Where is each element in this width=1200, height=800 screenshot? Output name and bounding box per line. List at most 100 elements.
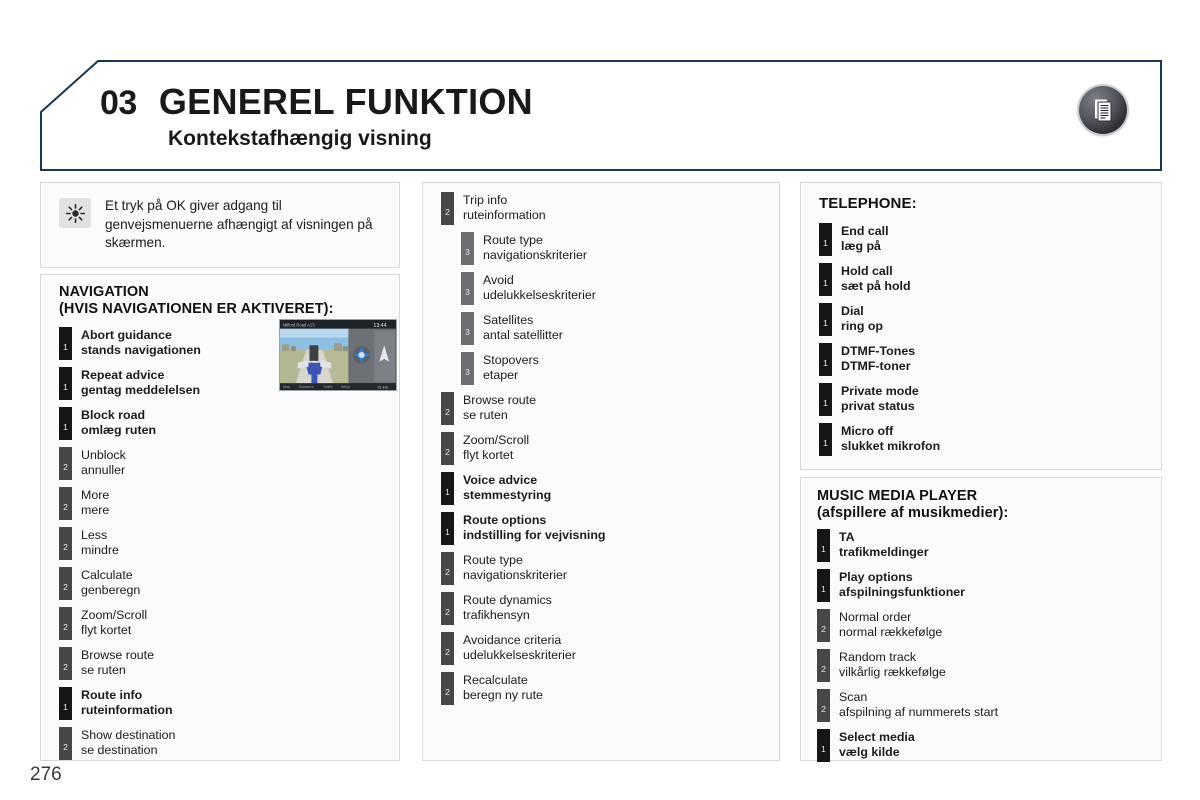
middle-option-item[interactable]: 2 Browse route se ruten [441, 392, 779, 425]
middle-option-item[interactable]: 3 Route type navigationskriterier [461, 232, 779, 265]
page-title: GENEREL FUNKTION [158, 81, 533, 122]
entry-label-da: udelukkelseskriterier [483, 288, 596, 303]
middle-option-item[interactable]: 2 Avoidance criteria udelukkelseskriterier [441, 632, 779, 665]
telephone-item[interactable]: 1 DTMF-Tones DTMF-toner [819, 343, 1161, 376]
entry-label-da: ruteinformation [463, 208, 546, 223]
level-badge: 1 [59, 687, 72, 720]
telephone-item[interactable]: 1 Micro off slukket mikrofon [819, 423, 1161, 456]
entry-labels: Repeat advice gentag meddelelsen [81, 367, 200, 399]
level-badge: 2 [59, 727, 72, 760]
level-badge: 2 [59, 527, 72, 560]
level-badge: 2 [441, 672, 454, 705]
navigation-item[interactable]: 2 Unblock annuller [59, 447, 399, 480]
level-badge: 2 [817, 609, 830, 642]
level-badge: 1 [819, 263, 832, 296]
middle-option-item[interactable]: 3 Stopovers etaper [461, 352, 779, 385]
level-badge: 2 [59, 567, 72, 600]
entry-label-da: mindre [81, 543, 119, 558]
navigation-item[interactable]: 2 More mere [59, 487, 399, 520]
telephone-item[interactable]: 1 Hold call sæt på hold [819, 263, 1161, 296]
level-badge: 1 [819, 303, 832, 336]
telephone-item[interactable]: 1 Dial ring op [819, 303, 1161, 336]
entry-labels: Abort guidance stands navigationen [81, 327, 201, 359]
chapter-title-row: 03 GENEREL FUNKTION [100, 81, 533, 123]
entry-labels: Scan afspilning af nummerets start [839, 689, 998, 721]
entry-labels: Route info ruteinformation [81, 687, 173, 719]
middle-option-item[interactable]: 3 Satellites antal satellitter [461, 312, 779, 345]
entry-label-en: Unblock [81, 448, 126, 462]
music-media-player-item[interactable]: 2 Scan afspilning af nummerets start [817, 689, 1161, 722]
music-media-player-item[interactable]: 1 Select media vælg kilde [817, 729, 1161, 762]
entry-label-da: navigationskriterier [483, 248, 587, 263]
navigation-item[interactable]: 2 Browse route se ruten [59, 647, 399, 680]
entry-label-da: flyt kortet [81, 623, 132, 638]
entry-label-en: Play options [839, 570, 913, 584]
navigation-item[interactable]: 2 Less mindre [59, 527, 399, 560]
manual-page: 03 GENEREL FUNKTION Kontekstafhængig vis… [0, 0, 1200, 800]
entry-label-da: normal rækkefølge [839, 625, 943, 640]
entry-label-da: stemmestyring [463, 488, 552, 503]
music-media-player-item[interactable]: 2 Normal order normal rækkefølge [817, 609, 1161, 642]
music-media-player-item[interactable]: 2 Random track vilkårlig rækkefølge [817, 649, 1161, 682]
middle-option-item[interactable]: 2 Zoom/Scroll flyt kortet [441, 432, 779, 465]
entry-label-en: Scan [839, 690, 868, 704]
telephone-card: TELEPHONE: 1 End call læg på 1 Hold call sæt … [800, 182, 1162, 470]
entry-label-en: Zoom/Scroll [81, 608, 148, 622]
level-badge: 2 [59, 607, 72, 640]
middle-option-item[interactable]: 2 Recalculate beregn ny rute [441, 672, 779, 705]
navigation-item[interactable]: 1 Block road omlæg ruten [59, 407, 399, 440]
middle-option-item[interactable]: 2 Route type navigationskriterier [441, 552, 779, 585]
entry-label-da: se destination [81, 743, 158, 758]
entry-label-da: ring op [841, 319, 883, 334]
svg-text:Map: Map [283, 385, 290, 389]
telephone-item[interactable]: 1 Private mode privat status [819, 383, 1161, 416]
entry-label-en: Zoom/Scroll [463, 433, 530, 447]
entry-labels: Micro off slukket mikrofon [841, 423, 940, 455]
middle-option-item[interactable]: 1 Route options indstilling for vejvisning [441, 512, 779, 545]
entry-label-da: omlæg ruten [81, 423, 157, 438]
entry-label-en: More [81, 488, 110, 502]
level-badge: 2 [817, 649, 830, 682]
level-badge: 2 [59, 447, 72, 480]
level-badge: 2 [441, 192, 454, 225]
level-badge: 2 [441, 432, 454, 465]
middle-option-item[interactable]: 1 Voice advice stemmestyring [441, 472, 779, 505]
navigation-item[interactable]: 2 Zoom/Scroll flyt kortet [59, 607, 399, 640]
navigation-item[interactable]: 2 Calculate genberegn [59, 567, 399, 600]
middle-option-item[interactable]: 2 Trip info ruteinformation [441, 192, 779, 225]
entry-labels: TA trafikmeldinger [839, 529, 929, 561]
entry-label-da: sæt på hold [841, 279, 911, 294]
middle-option-item[interactable]: 3 Avoid udelukkelseskriterier [461, 272, 779, 305]
middle-option-item[interactable]: 2 Route dynamics trafikhensyn [441, 592, 779, 625]
entry-labels: Avoid udelukkelseskriterier [483, 272, 596, 304]
level-badge: 1 [817, 569, 830, 602]
entry-label-da: ruteinformation [81, 703, 173, 718]
navigation-item[interactable]: 1 Route info ruteinformation [59, 687, 399, 720]
entry-labels: Normal order normal rækkefølge [839, 609, 942, 641]
entry-label-en: End call [841, 224, 889, 238]
music-media-player-heading: MUSIC MEDIA PLAYER (afspillere af musikm… [817, 488, 1009, 521]
level-badge: 3 [461, 232, 474, 265]
level-badge: 3 [461, 272, 474, 305]
level-badge: 1 [59, 367, 72, 400]
music-media-player-item[interactable]: 1 TA trafikmeldinger [817, 529, 1161, 562]
entry-labels: Route type navigationskriterier [483, 232, 587, 264]
entry-label-en: Micro off [841, 424, 894, 438]
entry-label-da: etaper [483, 368, 519, 383]
entry-labels: Calculate genberegn [81, 567, 140, 599]
level-badge: 1 [819, 223, 832, 256]
entry-labels: More mere [81, 487, 109, 519]
entry-label-da: afspilning af nummerets start [839, 705, 999, 720]
entry-label-en: Route type [483, 233, 543, 247]
navigation-item[interactable]: 2 Show destination se destination [59, 727, 399, 760]
entry-labels: Select media vælg kilde [839, 729, 915, 761]
entry-label-da: stands navigationen [81, 343, 201, 358]
entry-labels: Stopovers etaper [483, 352, 539, 384]
music-media-player-item[interactable]: 1 Play options afspilningsfunktioner [817, 569, 1161, 602]
telephone-item[interactable]: 1 End call læg på [819, 223, 1161, 256]
document-list-icon [1079, 86, 1127, 134]
level-badge: 2 [817, 689, 830, 722]
entry-label-da: trafikhensyn [463, 608, 530, 623]
music-media-player-list: 1 TA trafikmeldinger 1 Play options afspilnin… [801, 522, 1161, 762]
entry-label-da: gentag meddelelsen [81, 383, 201, 398]
